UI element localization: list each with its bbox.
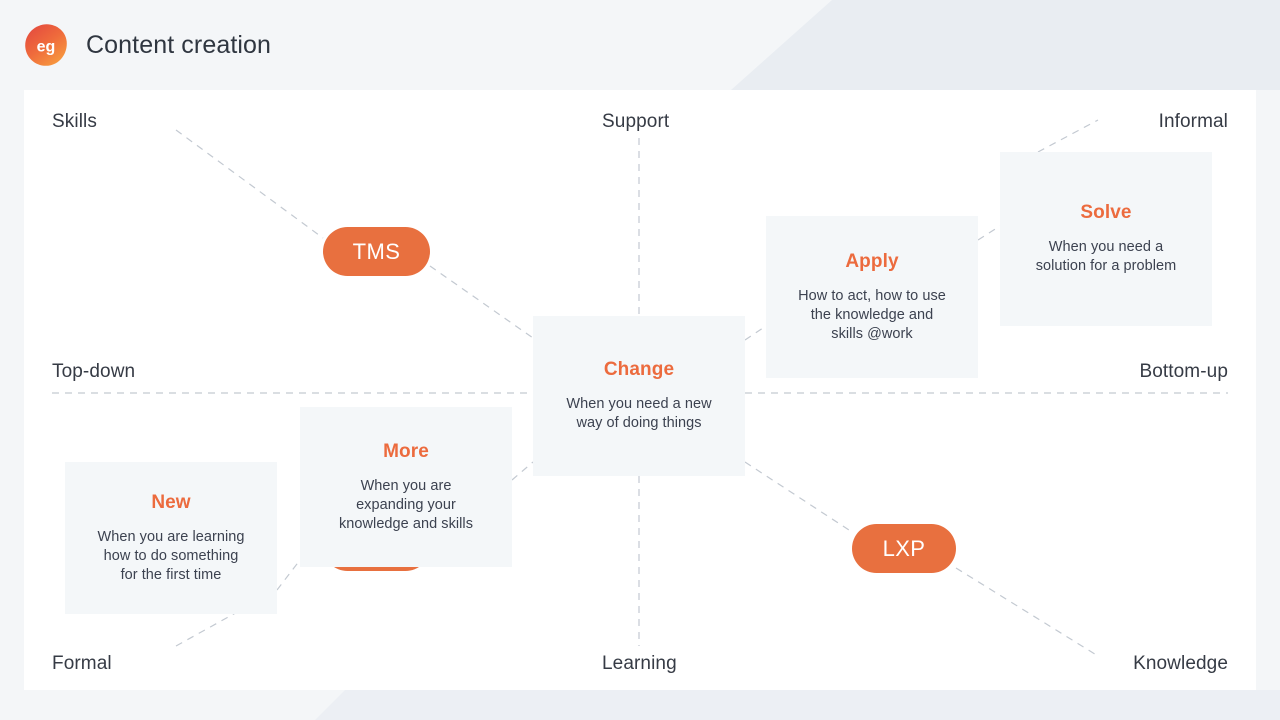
- card-new-body-line2: how to do something: [103, 547, 239, 564]
- card-apply-body-line1: How to act, how to use: [798, 287, 946, 304]
- eg-logo-icon: eg: [24, 23, 68, 67]
- axis-label-formal: Formal: [52, 653, 112, 674]
- card-solve[interactable]: Solve When you need a solution for a pro…: [1000, 152, 1212, 326]
- diagonal-tms-to-change: [429, 265, 534, 339]
- page-title: Content creation: [86, 30, 272, 59]
- card-more-body-line1: When you are: [360, 477, 452, 494]
- pill-lxp-label: LXP: [882, 535, 926, 561]
- card-change-body-line2: way of doing things: [576, 415, 702, 431]
- card-new-body-line3: for the first time: [120, 566, 222, 583]
- pill-tms-label: TMS: [352, 238, 401, 264]
- card-new[interactable]: New When you are learning how to do some…: [65, 462, 277, 614]
- card-apply-body: How to act, how to use the knowledge and…: [798, 287, 946, 344]
- card-change[interactable]: Change When you need a new way of doing …: [533, 316, 745, 476]
- card-new-title: New: [151, 491, 191, 513]
- card-more-body: When you are expanding your knowledge an…: [339, 477, 473, 534]
- card-new-body: When you are learning how to do somethin…: [98, 528, 245, 585]
- axis-label-support: Support: [602, 111, 670, 132]
- card-solve-body-line1: When you need a: [1048, 239, 1164, 255]
- diagonal-apply-to-solve: [977, 225, 1001, 241]
- card-change-body-line1: When you need a new: [566, 396, 712, 412]
- axis-label-top-down: Top-down: [52, 361, 136, 382]
- card-solve-body: When you need a solution for a problem: [1036, 238, 1177, 276]
- svg-text:eg: eg: [37, 39, 56, 56]
- diagonal-lxp-to-knowledge: [955, 567, 1099, 657]
- axis-label-skills: Skills: [52, 111, 97, 132]
- diagonal-skills-to-tms: [175, 129, 324, 239]
- card-apply-title: Apply: [845, 250, 899, 272]
- axis-label-knowledge: Knowledge: [1133, 653, 1228, 674]
- pill-lxp[interactable]: LXP: [852, 524, 956, 573]
- card-more-body-line2: expanding your: [356, 496, 456, 513]
- diagonal-more-to-change: [511, 461, 534, 481]
- axis-label-learning: Learning: [602, 653, 677, 674]
- card-more[interactable]: More When you are expanding your knowled…: [300, 407, 512, 567]
- card-more-title: More: [383, 440, 429, 462]
- matrix-panel: Skills Support Informal Top-down Bottom-…: [24, 90, 1256, 690]
- card-apply[interactable]: Apply How to act, how to use the knowled…: [766, 216, 978, 378]
- card-solve-body-line2: solution for a problem: [1035, 258, 1177, 274]
- pill-tms[interactable]: TMS: [323, 227, 430, 276]
- card-change-title: Change: [603, 359, 675, 380]
- card-new-body-line1: When you are learning: [97, 528, 245, 545]
- axis-label-bottom-up: Bottom-up: [1139, 361, 1228, 382]
- diagonal-change-to-lxp: [744, 461, 853, 533]
- card-change-body: When you need a new way of doing things: [566, 395, 711, 433]
- diagonal-change-to-apply: [744, 325, 767, 341]
- app-header: eg Content creation: [0, 0, 1280, 90]
- bottom-right-diagonal: [315, 690, 1280, 720]
- diagonal-new-to-more: [276, 559, 301, 591]
- card-more-body-line3: knowledge and skills: [339, 515, 473, 532]
- diagonal-solve-to-informal: [1037, 119, 1099, 153]
- axis-label-informal: Informal: [1158, 111, 1228, 132]
- card-apply-body-line2: the knowledge and: [810, 306, 934, 323]
- card-apply-body-line3: skills @work: [831, 325, 913, 342]
- card-solve-title: Solve: [1080, 202, 1132, 223]
